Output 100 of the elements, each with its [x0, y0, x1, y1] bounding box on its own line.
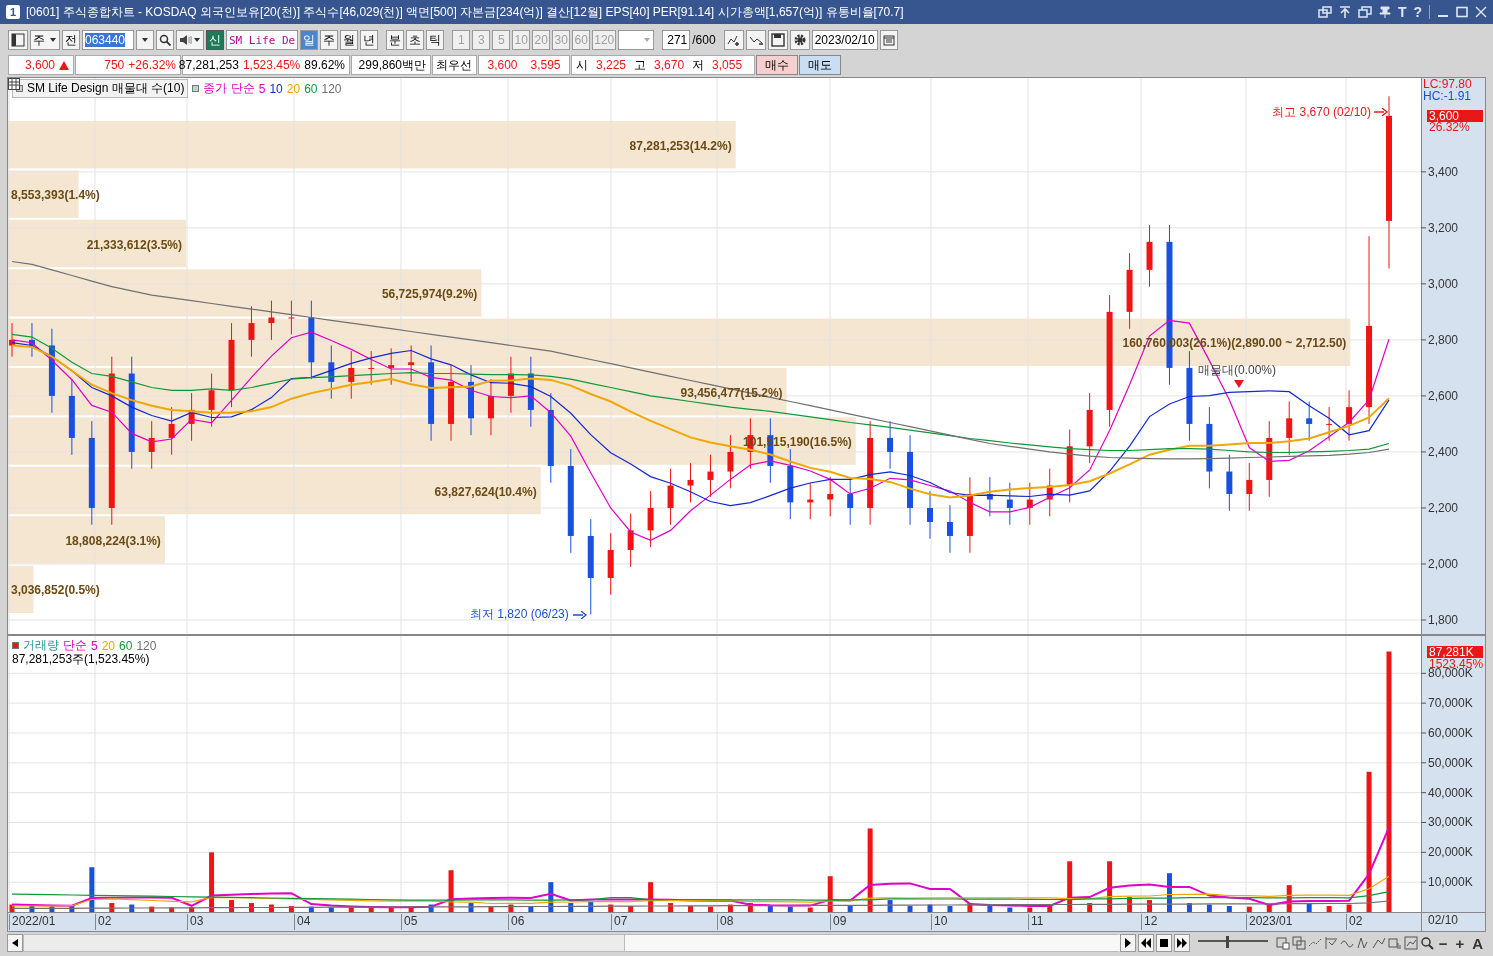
toolbar-button[interactable]: + [1452, 934, 1468, 952]
count-total: /600 [692, 33, 716, 47]
chart-tool-icon[interactable] [1323, 936, 1338, 950]
moving-average-period: 20 [286, 81, 301, 96]
low-price: 3,055 [712, 58, 743, 72]
stock-code-field[interactable]: 063440 [82, 30, 134, 50]
window-title: [0601] 주식종합차트 - KOSDAQ 외국인보유[20(천)] 주식수[46,029(천)] 액면[500] 자본금[234(억)] 결산[12월] EPS[40] PER[91.14] 시가총액[1,657(억)] 유통비율[70.7] [26, 3, 905, 21]
price-tick-label: 3,400 [1428, 164, 1459, 179]
scroll-left-button[interactable] [7, 934, 23, 952]
unit-dropdown[interactable]: 주 [30, 30, 60, 50]
open-price: 3,225 [596, 58, 627, 72]
title-bar-button[interactable]: ? [1413, 4, 1422, 20]
candlestick [168, 406, 175, 456]
candlestick [627, 513, 634, 568]
dropdown-button[interactable] [136, 30, 154, 50]
candlestick [248, 305, 255, 358]
candlestick [368, 350, 375, 386]
period-tab[interactable]: 일 [300, 30, 319, 50]
candlestick [9, 322, 15, 358]
period-tab[interactable]: 월 [340, 30, 359, 50]
volume-tick-label: 10,000K [1428, 875, 1473, 890]
scrollbar-thumb[interactable] [624, 935, 1120, 951]
save-icon [770, 33, 785, 47]
candlestick [887, 420, 894, 470]
sound-button[interactable] [176, 30, 204, 50]
chart-tool-icon[interactable] [1403, 936, 1418, 950]
dropdown-field[interactable] [618, 30, 655, 50]
candlestick [328, 345, 335, 400]
candlestick [28, 322, 35, 358]
market-badge: 신 [206, 30, 224, 50]
period-tab[interactable]: 분 [386, 30, 405, 50]
moving-average-period: 120 [136, 638, 157, 653]
chart-tool-icon[interactable] [1371, 936, 1386, 950]
candlestick [687, 462, 694, 503]
volume-tag: 87,281K [1427, 646, 1483, 658]
arrow-up-icon[interactable] [1338, 6, 1351, 18]
calendar-button[interactable] [879, 30, 898, 50]
toolbar-button[interactable]: − [1435, 934, 1451, 952]
candlestick [946, 504, 953, 554]
price-tick-label: 2,400 [1428, 444, 1459, 459]
maximize-icon[interactable] [1456, 6, 1468, 18]
legend-marker [192, 85, 200, 92]
settings-button[interactable] [789, 30, 810, 50]
candlestick [1006, 482, 1013, 526]
add-chart-button[interactable] [723, 30, 744, 50]
indicator-legend[interactable]: SM Life Design 매물대 수(10) [12, 79, 189, 98]
date-axis-label: 03 [187, 914, 204, 930]
volume-profile-label: 8,553,393(1.4%) [11, 188, 100, 203]
stock-name-field[interactable]: SM Life De [226, 30, 299, 50]
stop-button[interactable] [1155, 934, 1172, 952]
fast-forward-button[interactable] [1173, 934, 1190, 952]
close-icon[interactable] [1475, 6, 1487, 18]
search-button[interactable] [156, 30, 174, 50]
rewind-button[interactable] [1137, 934, 1154, 952]
chart-tool-icon[interactable] [1291, 936, 1306, 950]
arrow-right-icon [1374, 108, 1388, 117]
high-label: 고 [634, 56, 647, 74]
remove-chart-button[interactable] [745, 30, 766, 50]
search-icon[interactable] [1419, 936, 1434, 950]
calendar-icon [882, 34, 895, 46]
volume-profile-label: 21,333,612(3.5%) [86, 237, 183, 252]
layout-button[interactable] [8, 30, 28, 50]
sell-button[interactable]: 매도 [799, 55, 841, 75]
zoom-slider[interactable] [1197, 935, 1268, 951]
count-field[interactable]: 271 [662, 30, 691, 50]
chart-tool-icon[interactable] [1275, 936, 1290, 950]
price-tick-label: 2,800 [1428, 332, 1459, 347]
candlestick [1346, 389, 1353, 442]
candlestick [787, 448, 794, 520]
pin-icon[interactable] [1378, 6, 1391, 18]
candlestick [408, 345, 415, 383]
candlestick [807, 482, 814, 520]
table-icon[interactable] [8, 78, 20, 90]
scrollbar[interactable] [23, 934, 1118, 952]
period-tab[interactable]: 틱 [426, 30, 445, 50]
title-bar-button[interactable]: T [1397, 4, 1407, 20]
candlestick [667, 468, 674, 526]
candlestick [1046, 468, 1053, 517]
candlestick [148, 420, 155, 470]
save-button[interactable] [767, 30, 788, 50]
buy-button[interactable]: 매수 [756, 55, 798, 75]
toolbar-button[interactable]: A [1469, 934, 1486, 952]
chart-tool-icon[interactable] [1355, 936, 1370, 950]
previous-button[interactable]: 전 [62, 30, 80, 50]
moving-average-period: 5 [91, 638, 98, 653]
period-tab[interactable]: 초 [406, 30, 425, 50]
moving-average-period: 10 [269, 81, 283, 96]
chart-tool-icon[interactable] [1387, 936, 1402, 950]
moving-average-title: 단순 [63, 637, 87, 654]
date-field[interactable]: 2023/02/10 [811, 30, 878, 50]
period-tab[interactable]: 년 [360, 30, 379, 50]
candlestick [388, 347, 395, 386]
open-label: 시 [576, 56, 588, 74]
windows-icon[interactable] [1357, 6, 1372, 18]
windows-icon[interactable] [1317, 6, 1332, 18]
window-number: 1 [6, 5, 20, 19]
caret-icon [643, 36, 652, 44]
slider-thumb[interactable] [1225, 936, 1229, 948]
period-tab[interactable]: 주 [320, 30, 339, 50]
trade-amount: 299,860백만 [358, 56, 426, 74]
